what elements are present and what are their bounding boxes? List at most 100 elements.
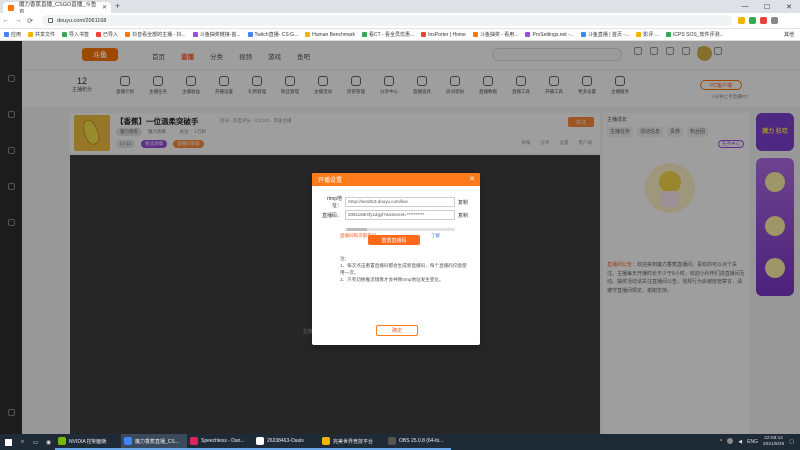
address-bar[interactable]: douyu.com/2061168: [42, 15, 732, 26]
bookmark-favicon-icon: [125, 32, 131, 37]
ok-button[interactable]: 确定: [376, 325, 418, 336]
browser-tab[interactable]: 魔力香蕉直播_CSGO直播_斗鱼直... ✕: [3, 2, 111, 16]
taskbar-app-label: 魔力香蕉直播_CS...: [135, 438, 179, 445]
bookmark-favicon-icon: [96, 32, 102, 37]
bookmark-item[interactable]: 应用: [4, 31, 21, 38]
bookmark-favicon-icon: [4, 32, 9, 37]
scrollbar-thumb[interactable]: [347, 228, 367, 231]
bookmark-item[interactable]: 导入书签: [62, 31, 89, 38]
copy-rtmp-button[interactable]: 复制: [458, 199, 468, 206]
bookmark-favicon-icon: [361, 32, 367, 37]
bookmark-item[interactable]: 共享文件: [28, 31, 55, 38]
extension-icon[interactable]: [738, 17, 745, 24]
bookmark-item[interactable]: Twitch直播- CS:G...: [247, 31, 298, 38]
bookmark-favicon-icon: [580, 32, 586, 37]
bookmark-item[interactable]: 看CT - 看全员优惠...: [361, 31, 414, 38]
copy-code-button[interactable]: 复制: [458, 212, 468, 219]
taskbar-app[interactable]: 完美世界竞技平台: [319, 434, 385, 450]
taskbar-app[interactable]: NVIDIA 控制面板: [55, 434, 121, 450]
bookmark-favicon-icon: [62, 32, 68, 37]
bookmark-favicon-icon: [305, 32, 311, 37]
bookmark-item[interactable]: ICPS SOS_软件评测...: [666, 31, 724, 38]
forward-icon[interactable]: →: [12, 17, 24, 24]
stream-code-field[interactable]: 2061168rxfy1dgyl?wsSecret=**********: [345, 210, 455, 220]
bookmark-label: Human Benchmark: [312, 31, 355, 38]
rtmp-label: rtmp地址：: [326, 196, 342, 209]
note-line: 2、只有切换推流镜像才会导致rtmp地址发生变化。: [340, 277, 444, 282]
network-icon[interactable]: [727, 438, 734, 446]
clock[interactable]: 22:08:12 2021/9/26: [763, 436, 784, 448]
rtmp-field[interactable]: rtmp://sendtc3.douyu.com/live: [345, 197, 455, 207]
lock-icon: [48, 18, 53, 23]
taskbar-app[interactable]: Speechless - Dan...: [187, 434, 253, 450]
profile-icon[interactable]: [771, 17, 778, 24]
bookmark-favicon-icon: [192, 32, 198, 37]
bookmark-item[interactable]: 斗鱼抽奖 - 看用...: [472, 31, 519, 38]
task-view-icon[interactable]: ▭: [29, 434, 42, 450]
bookmark-item[interactable]: 已导入: [96, 31, 118, 38]
taskbar-app[interactable]: 魔力香蕉直播_CS...: [121, 434, 187, 450]
bookmark-favicon-icon: [636, 32, 642, 37]
taskbar-app[interactable]: OBS 25.0.8 (64-bi...: [385, 434, 451, 450]
bookmark-item[interactable]: 斗鱼直播 | 首页 -...: [580, 31, 630, 38]
help-link[interactable]: 了解: [431, 233, 440, 239]
bookmark-favicon-icon: [28, 32, 34, 37]
bookmark-favicon-icon: [525, 32, 531, 37]
notification-icon[interactable]: ▢: [789, 439, 794, 445]
tray-chevron-icon[interactable]: ^: [720, 439, 722, 445]
rtmp-row: rtmp地址： rtmp://sendtc3.douyu.com/live 复制: [320, 195, 468, 209]
app-icon: [256, 437, 264, 445]
bookmark-label: 导入书签: [69, 32, 90, 38]
bookmark-item[interactable]: 斗鱼抽奖链接-首...: [192, 31, 241, 38]
back-icon[interactable]: ←: [0, 17, 12, 24]
volume-icon[interactable]: ◀: [738, 439, 742, 445]
bookmark-item[interactable]: ProSettings.net -...: [525, 31, 574, 38]
other-bookmarks[interactable]: 其他: [784, 31, 800, 38]
code-label: 直播码：: [321, 212, 342, 219]
search-icon[interactable]: ⌕: [16, 434, 29, 450]
bookmark-label: 共享文件: [35, 32, 56, 38]
window-close-icon[interactable]: ✕: [778, 0, 800, 13]
extension-icon[interactable]: [760, 17, 767, 24]
bookmark-item[interactable]: 影评·...: [636, 31, 659, 38]
bookmark-label: 斗鱼直播 | 首页 -...: [587, 32, 630, 38]
bookmark-item[interactable]: Human Benchmark: [305, 32, 355, 38]
reset-code-button[interactable]: 重置直播码: [368, 235, 420, 245]
bookmark-item[interactable]: InsPorter | Home: [421, 32, 466, 38]
bookmarks-bar: 应用 共享文件 导入书签 已导入 抖音看全部的主播 - 抖... 斗鱼抽奖链接-首... T…: [0, 29, 800, 41]
code-row: 直播码： 2061168rxfy1dgyl?wsSecret=*********…: [320, 210, 468, 220]
app-icon: [124, 437, 132, 445]
taskbar-app-label: 完美世界竞技平台: [333, 438, 374, 445]
tab-close-icon[interactable]: ✕: [102, 4, 107, 11]
maximize-icon[interactable]: ☐: [756, 0, 778, 13]
bookmark-label: 斗鱼抽奖 - 看用...: [479, 32, 519, 38]
bookmark-label: 应用: [11, 32, 22, 38]
taskbar-app[interactable]: 26338463-Oasis: [253, 434, 319, 450]
extension-icon[interactable]: [749, 17, 756, 24]
dialog-title: 开播设置: [312, 173, 480, 186]
bookmark-favicon-icon: [247, 32, 253, 37]
note-line: 注：: [340, 256, 350, 261]
bookmark-label: InsPorter | Home: [428, 31, 466, 38]
window-controls: — ☐ ✕: [734, 0, 800, 13]
clock-date: 2021/9/26: [762, 442, 785, 447]
bookmark-label: 斗鱼抽奖链接-首...: [199, 32, 241, 38]
extensions: [738, 17, 778, 24]
minimize-icon[interactable]: —: [734, 0, 756, 13]
bookmark-item[interactable]: 抖音看全部的主播 - 抖...: [125, 31, 186, 38]
taskbar-app-label: 26338463-Oasis: [267, 438, 304, 444]
new-tab-icon[interactable]: +: [115, 1, 120, 11]
chat-icon[interactable]: ◉: [42, 434, 55, 450]
start-button[interactable]: [0, 434, 16, 450]
bookmark-favicon-icon: [666, 32, 672, 37]
bookmark-label: ProSettings.net -...: [532, 31, 574, 38]
windows-taskbar: ⌕ ▭ ◉ NVIDIA 控制面板 魔力香蕉直播_CS... Speechless …: [0, 434, 800, 450]
taskbar-app-label: OBS 25.0.8 (64-bi...: [399, 438, 444, 444]
bookmark-label: 抖音看全部的主播 - 抖...: [132, 32, 186, 38]
dialog-close-icon[interactable]: ✕: [469, 175, 475, 183]
taskbar-app-label: Speechless - Dan...: [201, 438, 245, 444]
language-indicator[interactable]: ENG: [747, 439, 758, 445]
bookmark-label: 已导入: [103, 32, 119, 38]
reload-icon[interactable]: ⟳: [24, 17, 36, 25]
windows-logo-icon: [4, 438, 12, 446]
